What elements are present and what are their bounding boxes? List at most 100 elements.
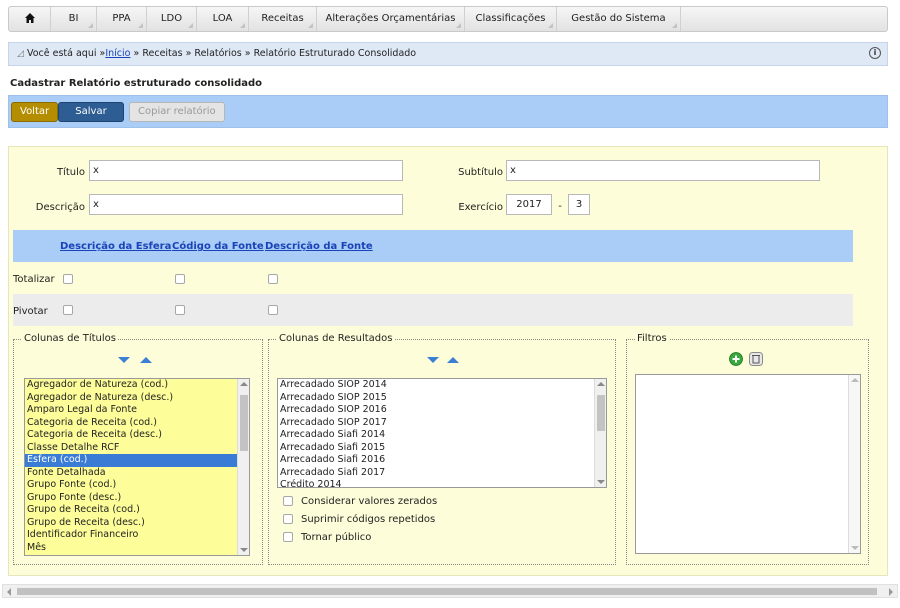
list-item[interactable]: Grupo de Receita (cod.) [25, 504, 249, 517]
titulos-scrollbar[interactable] [237, 379, 249, 555]
list-item[interactable]: Arrecadado SIOP 2016 [278, 404, 606, 417]
pivotar-checkbox-esfera[interactable] [63, 305, 73, 315]
titulo-input[interactable]: x [89, 160, 403, 181]
menu-classificacoes-label: Classificações [475, 13, 546, 24]
totalizar-checkbox-codigo[interactable] [175, 274, 185, 284]
salvar-button[interactable]: Salvar [58, 102, 124, 122]
filtros-list[interactable] [635, 374, 861, 554]
breadcrumb: ◿ Você está aqui »Início » Receitas » Re… [8, 42, 888, 66]
list-item[interactable]: Arrecadado SIOP 2015 [278, 392, 606, 405]
list-item[interactable]: Mês [25, 542, 249, 555]
tornar-publico-label: Tornar público [301, 532, 372, 543]
totalizar-checkbox-esfera[interactable] [63, 274, 73, 284]
list-item[interactable]: Arrecadado Siafi 2017 [278, 467, 606, 480]
breadcrumb-arrow-icon: ◿ [17, 49, 24, 59]
col-descricao-esfera[interactable]: Descrição da Esfera [60, 241, 171, 252]
colunas-titulos-list[interactable]: Agregador de Natureza (cod.) Agregador de… [24, 378, 250, 556]
list-item[interactable]: Arrecadado Siafi 2016 [278, 454, 606, 467]
voltar-button[interactable]: Voltar [11, 102, 59, 122]
tornar-publico-checkbox[interactable] [283, 532, 293, 542]
totalizar-checkbox-descricao[interactable] [268, 274, 278, 284]
page-title: Cadastrar Relatório estruturado consolid… [10, 78, 263, 89]
exercicio-periodo-input[interactable]: 3 [568, 194, 590, 215]
colunas-titulos-legend: Colunas de Títulos [22, 333, 119, 344]
list-item[interactable]: Esfera (cod.) [25, 454, 249, 467]
totalizar-label: Totalizar [13, 274, 55, 285]
move-up-icon[interactable] [140, 357, 152, 363]
colunas-resultados-list[interactable]: Arrecadado SIOP 2014 Arrecadado SIOP 2015… [277, 378, 607, 488]
action-toolbar: Voltar Salvar Copiar relatório [8, 95, 888, 128]
pivotar-checkbox-codigo[interactable] [175, 305, 185, 315]
home-menu-item[interactable] [9, 7, 51, 31]
menu-loa[interactable]: LOA [197, 7, 249, 31]
filtros-scrollbar[interactable] [848, 375, 860, 553]
considerar-zerados-checkbox[interactable] [283, 496, 293, 506]
list-item[interactable]: Grupo Fonte (cod.) [25, 479, 249, 492]
list-item[interactable]: Agregador de Natureza (desc.) [25, 392, 249, 405]
report-form: Título x Subtítulo x Descrição x Exercíc… [8, 146, 888, 576]
suprimir-codigos-label: Suprimir códigos repetidos [301, 514, 436, 525]
list-item[interactable]: Arrecadado Siafi 2014 [278, 429, 606, 442]
main-menu: BI PPA LDO LOA Receitas Alterações Orçam… [8, 6, 888, 32]
col-codigo-fonte[interactable]: Código da Fonte [172, 241, 264, 252]
option-suprimir-codigos[interactable]: Suprimir códigos repetidos [283, 514, 435, 525]
subtitulo-input[interactable]: x [506, 160, 820, 181]
add-circle-icon[interactable] [729, 352, 743, 366]
suprimir-codigos-checkbox[interactable] [283, 514, 293, 524]
breadcrumb-home-link[interactable]: Início [105, 48, 130, 59]
move-up-icon[interactable] [447, 357, 459, 363]
pivotar-row: Pivotar [13, 294, 853, 326]
menu-ppa-label: PPA [112, 13, 131, 24]
menu-gestao-label: Gestão do Sistema [571, 13, 666, 24]
breadcrumb-prefix: Você está aqui » [26, 48, 106, 59]
move-down-icon[interactable] [427, 357, 439, 363]
list-item[interactable]: Arrecadado Siafi 2015 [278, 442, 606, 455]
list-item[interactable]: Categoria de Receita (desc.) [25, 429, 249, 442]
menu-gestao-sistema[interactable]: Gestão do Sistema [557, 7, 681, 31]
list-item[interactable]: Agregador de Natureza (cod.) [25, 379, 249, 392]
menu-alteracoes-orcamentarias[interactable]: Alterações Orçamentárias [317, 7, 465, 31]
menu-receitas-label: Receitas [261, 13, 304, 24]
menu-loa-label: LOA [212, 13, 233, 24]
menu-bi[interactable]: BI [51, 7, 97, 31]
filtros-legend: Filtros [635, 333, 669, 344]
trash-icon[interactable] [749, 352, 763, 366]
list-item[interactable]: Grupo de Receita (desc.) [25, 517, 249, 530]
col-descricao-fonte[interactable]: Descrição da Fonte [265, 241, 373, 252]
exercicio-ano-input[interactable]: 2017 [506, 194, 552, 215]
option-tornar-publico[interactable]: Tornar público [283, 532, 371, 543]
considerar-zerados-label: Considerar valores zerados [301, 496, 438, 507]
copiar-relatorio-button[interactable]: Copiar relatório [129, 102, 225, 122]
list-item[interactable]: Amparo Legal da Fonte [25, 404, 249, 417]
subtitulo-label: Subtítulo [458, 167, 503, 178]
list-item[interactable]: Arrecadado SIOP 2014 [278, 379, 606, 392]
list-item[interactable]: Fonte Detalhada [25, 467, 249, 480]
list-item[interactable]: Classe Detalhe RCF [25, 442, 249, 455]
list-item[interactable]: Categoria de Receita (cod.) [25, 417, 249, 430]
resultados-scrollbar[interactable] [594, 379, 606, 487]
descricao-input[interactable]: x [89, 194, 403, 215]
page-horizontal-scrollbar[interactable] [2, 584, 898, 598]
titulo-label: Título [56, 167, 85, 178]
filtros-group: Filtros [626, 333, 869, 565]
descricao-label: Descrição [35, 202, 85, 213]
list-item[interactable]: Arrecadado SIOP 2017 [278, 417, 606, 430]
menu-ldo[interactable]: LDO [147, 7, 197, 31]
menu-alteracoes-label: Alterações Orçamentárias [325, 13, 456, 24]
exercicio-label: Exercício [458, 202, 503, 213]
menu-ldo-label: LDO [160, 13, 183, 24]
menu-ppa[interactable]: PPA [97, 7, 147, 31]
list-item[interactable]: Crédito 2014 [278, 479, 606, 487]
menu-classificacoes[interactable]: Classificações [465, 7, 557, 31]
menu-receitas[interactable]: Receitas [249, 7, 317, 31]
colunas-resultados-group: Colunas de Resultados Arrecadado SIOP 20… [268, 333, 616, 565]
info-icon[interactable]: i [869, 47, 881, 59]
grid-header: Descrição da Esfera Código da Fonte Desc… [13, 230, 853, 262]
list-item[interactable]: Grupo Fonte (desc.) [25, 492, 249, 505]
option-considerar-zerados[interactable]: Considerar valores zerados [283, 496, 437, 507]
move-down-icon[interactable] [118, 357, 130, 363]
colunas-resultados-legend: Colunas de Resultados [277, 333, 395, 344]
colunas-titulos-group: Colunas de Títulos Agregador de Natureza… [13, 333, 263, 565]
pivotar-checkbox-descricao[interactable] [268, 305, 278, 315]
list-item[interactable]: Identificador Financeiro [25, 529, 249, 542]
